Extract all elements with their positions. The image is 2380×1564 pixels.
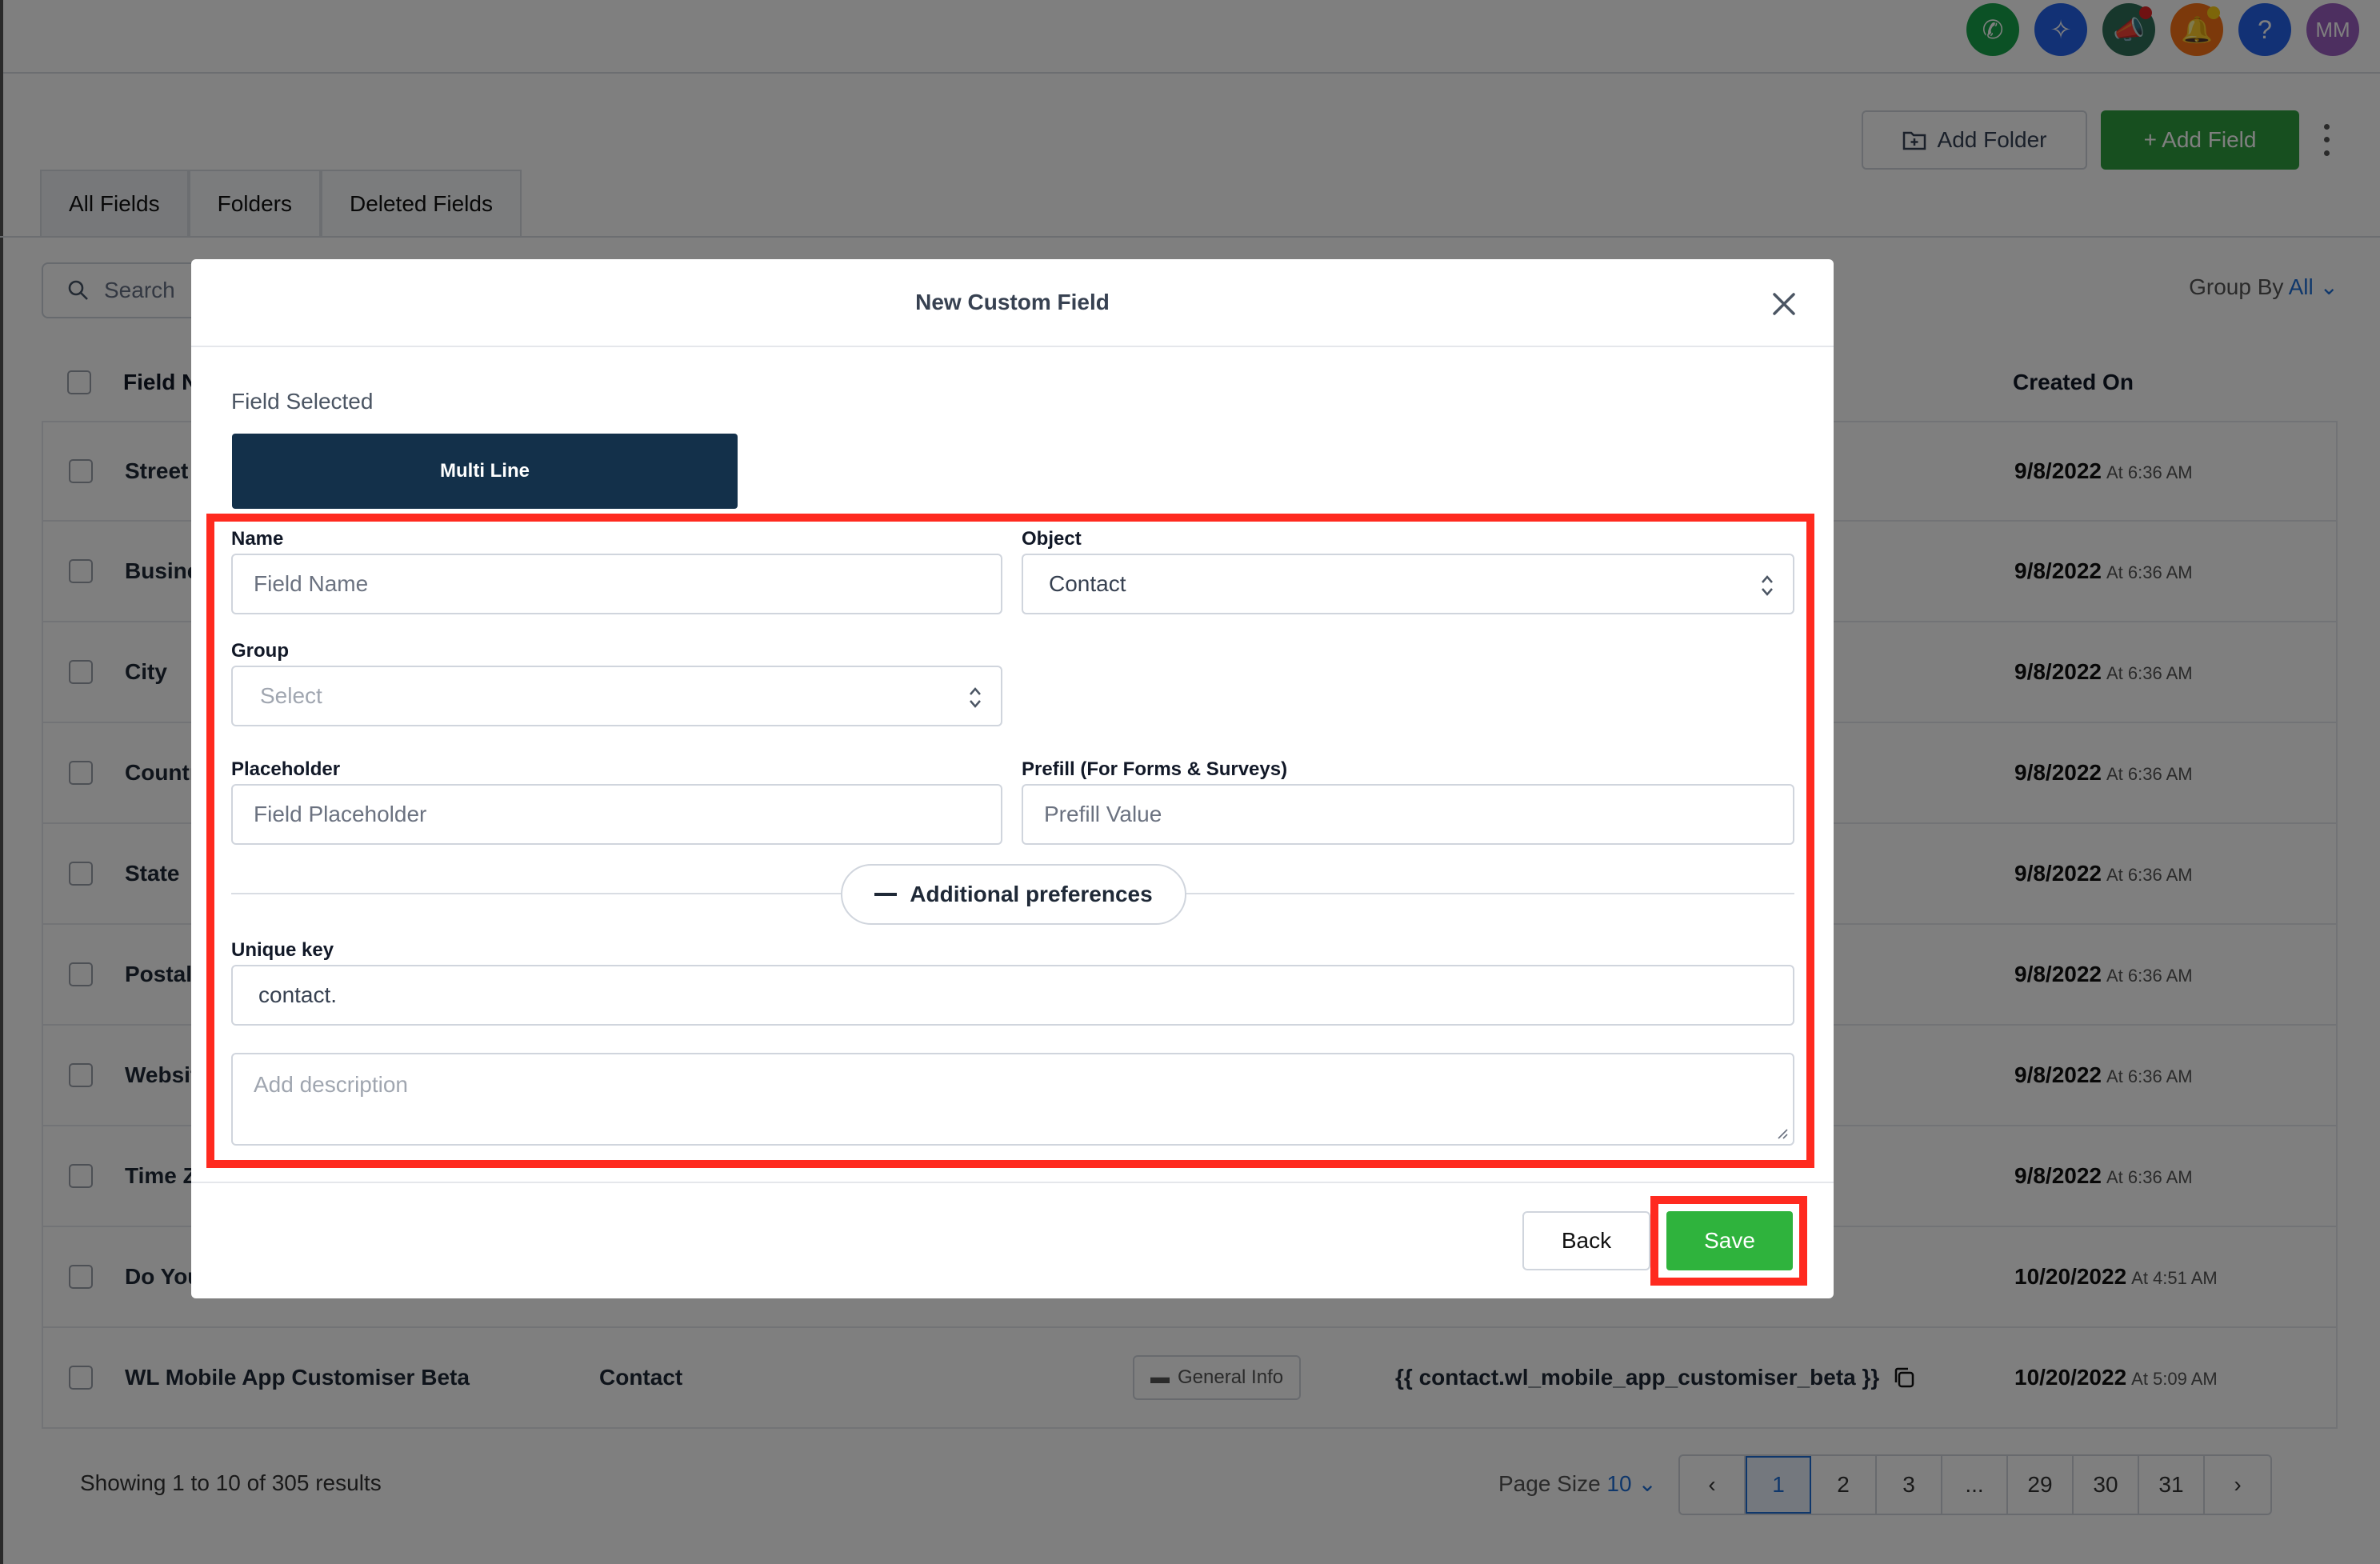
field-type-button[interactable]: Multi Line [232,434,738,509]
modal-footer-divider [191,1182,1834,1183]
back-button[interactable]: Back [1522,1211,1650,1270]
modal-title: New Custom Field [915,290,1110,314]
save-highlight-box [1650,1196,1807,1286]
field-selected-label: Field Selected [231,389,374,414]
form-highlight-box [206,514,1814,1168]
close-icon[interactable] [1768,288,1800,320]
modal-header: New Custom Field [191,259,1834,347]
